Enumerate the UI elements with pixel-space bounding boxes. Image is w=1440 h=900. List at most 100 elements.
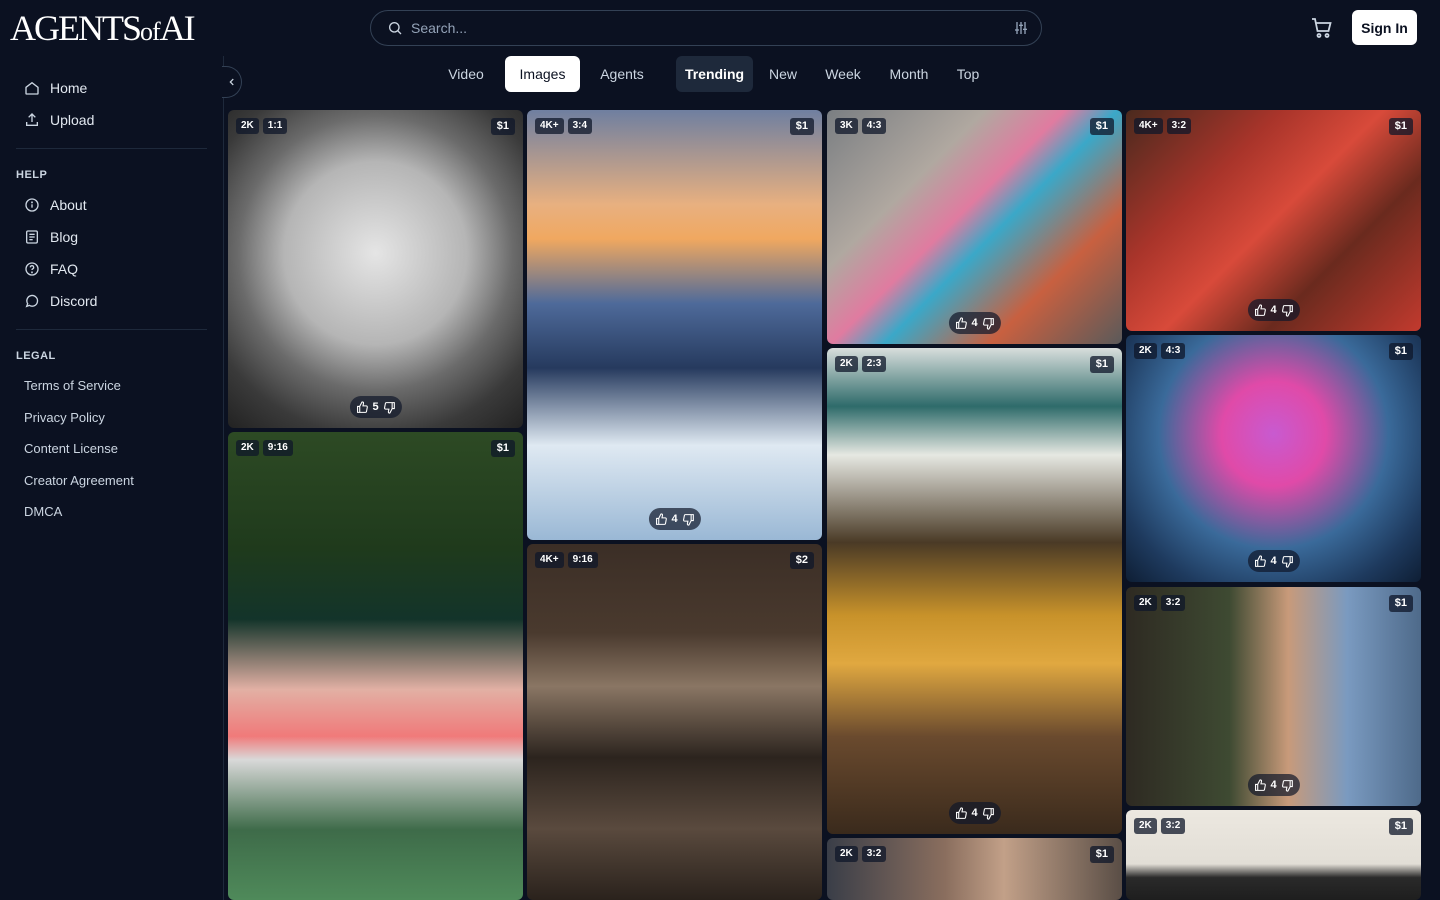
tab-images[interactable]: Images: [505, 56, 580, 92]
aspect-ratio-badge: 9:16: [262, 440, 293, 456]
image-badges: 2K 1:1: [236, 118, 288, 134]
price-badge: $1: [1388, 343, 1413, 360]
sidebar-item-creator-agreement[interactable]: Creator Agreement: [0, 465, 223, 497]
image-thumbnail[interactable]: [527, 110, 822, 540]
vote-pill: 4: [1247, 774, 1300, 796]
price-badge: $1: [789, 118, 814, 135]
image-card-robot-diner[interactable]: 2K 3:2 $1: [827, 838, 1122, 900]
thumbs-up-icon[interactable]: [355, 400, 368, 414]
tab-month[interactable]: Month: [881, 56, 937, 92]
price-badge: $1: [490, 440, 515, 457]
sidebar-item-blog[interactable]: Blog: [0, 221, 223, 253]
thumbs-down-icon[interactable]: [982, 317, 995, 330]
tab-agents[interactable]: Agents: [589, 56, 655, 92]
like-count: 5: [372, 401, 379, 413]
vote-pill: 4: [948, 312, 1001, 334]
resolution-badge: 2K: [1134, 595, 1157, 611]
price-badge: $1: [490, 118, 515, 135]
help-heading: HELP: [16, 169, 48, 181]
sidebar-item-upload[interactable]: Upload: [0, 104, 223, 136]
sidebar-item-label: Upload: [50, 112, 95, 128]
image-badges: 2K 2:3: [835, 356, 887, 372]
brand-logo[interactable]: AGENTSofAI: [10, 8, 196, 52]
image-badges: 2K 3:2: [835, 846, 887, 862]
sidebar-item-home[interactable]: Home: [0, 72, 223, 104]
price-badge: $2: [789, 552, 814, 569]
sidebar-item-faq[interactable]: FAQ: [0, 253, 223, 285]
image-card-beer-tent[interactable]: 2K 2:3 $1 4: [827, 348, 1122, 834]
filter-sliders-icon[interactable]: [1013, 20, 1029, 36]
thumbs-down-icon[interactable]: [383, 401, 396, 414]
sidebar-item-discord[interactable]: Discord: [0, 285, 223, 317]
sidebar-item-about[interactable]: About: [0, 189, 223, 221]
resolution-badge: 2K: [236, 118, 259, 134]
resolution-badge: 4K+: [1134, 118, 1163, 134]
tab-top[interactable]: Top: [950, 56, 986, 92]
like-count: 4: [1270, 555, 1277, 567]
aspect-ratio-badge: 3:2: [861, 846, 887, 862]
thumbs-up-icon[interactable]: [1253, 778, 1266, 792]
aspect-ratio-badge: 9:16: [567, 552, 598, 568]
sidebar-item-dmca[interactable]: DMCA: [0, 496, 223, 528]
image-card-penguins[interactable]: 4K+ 3:4 $1 4: [527, 110, 822, 540]
image-card-rope-climb[interactable]: 4K+ 9:16 $2: [527, 544, 822, 900]
thumbs-up-icon[interactable]: [1253, 303, 1266, 317]
sign-in-button[interactable]: Sign In: [1352, 10, 1417, 45]
tab-video[interactable]: Video: [436, 56, 496, 92]
search-input[interactable]: [411, 20, 1013, 36]
tab-new[interactable]: New: [761, 56, 805, 92]
image-badges: 2K 3:2: [1134, 818, 1186, 834]
image-thumbnail[interactable]: [527, 544, 822, 900]
image-badges: 3K 4:3: [835, 118, 887, 134]
resolution-badge: 4K+: [535, 552, 564, 568]
price-badge: $1: [1388, 118, 1413, 135]
aspect-ratio-badge: 3:2: [1160, 818, 1186, 834]
thumbs-up-icon[interactable]: [954, 316, 967, 330]
aspect-ratio-badge: 3:4: [567, 118, 593, 134]
search-bar: [370, 10, 1042, 46]
image-thumbnail[interactable]: [1126, 110, 1421, 331]
price-badge: $1: [1089, 356, 1114, 373]
cart-icon[interactable]: [1310, 16, 1334, 40]
price-badge: $1: [1388, 595, 1413, 612]
sidebar-item-privacy[interactable]: Privacy Policy: [0, 402, 223, 434]
aspect-ratio-badge: 4:3: [861, 118, 887, 134]
image-card-device[interactable]: 2K 3:2 $1: [1126, 810, 1421, 900]
tab-trending[interactable]: Trending: [676, 56, 753, 92]
image-card-woman-moon[interactable]: 2K 1:1 $1 5: [228, 110, 523, 428]
aspect-ratio-badge: 3:2: [1166, 118, 1192, 134]
sidebar-item-label: About: [50, 197, 87, 213]
thumbs-down-icon[interactable]: [1281, 555, 1294, 568]
thumbs-down-icon[interactable]: [1281, 304, 1294, 317]
thumbs-down-icon[interactable]: [682, 513, 695, 526]
thumbs-down-icon[interactable]: [1281, 779, 1294, 792]
thumbs-up-icon[interactable]: [954, 806, 967, 820]
like-count: 4: [1270, 304, 1277, 316]
image-card-pink-wings[interactable]: 2K 4:3 $1 4: [1126, 335, 1421, 582]
price-badge: $1: [1388, 818, 1413, 835]
like-count: 4: [671, 513, 678, 525]
price-badge: $1: [1089, 846, 1114, 863]
image-card-whisper-teens[interactable]: 2K 3:2 $1 4: [1126, 587, 1421, 806]
resolution-badge: 3K: [835, 118, 858, 134]
aspect-ratio-badge: 4:3: [1160, 343, 1186, 359]
image-card-family-reading[interactable]: 4K+ 3:2 $1 4: [1126, 110, 1421, 331]
sidebar: Home Upload HELP About Blog FAQ Discord …: [0, 56, 224, 900]
aspect-ratio-badge: 1:1: [262, 118, 288, 134]
image-thumbnail[interactable]: [827, 348, 1122, 834]
thumbs-up-icon[interactable]: [654, 512, 667, 526]
image-thumbnail[interactable]: [228, 110, 523, 428]
image-thumbnail[interactable]: [827, 110, 1122, 344]
thumbs-down-icon[interactable]: [982, 807, 995, 820]
image-thumbnail[interactable]: [1126, 335, 1421, 582]
vote-pill: 4: [648, 508, 701, 530]
image-card-pickleball[interactable]: 2K 9:16 $1: [228, 432, 523, 900]
sidebar-item-content-license[interactable]: Content License: [0, 433, 223, 465]
image-badges: 4K+ 3:2: [1134, 118, 1192, 134]
image-card-bunny-grannies[interactable]: 3K 4:3 $1 4: [827, 110, 1122, 344]
image-thumbnail[interactable]: [228, 432, 523, 900]
tab-week[interactable]: Week: [818, 56, 868, 92]
sidebar-item-terms[interactable]: Terms of Service: [0, 370, 223, 402]
sidebar-item-label: FAQ: [50, 261, 79, 277]
thumbs-up-icon[interactable]: [1253, 554, 1266, 568]
